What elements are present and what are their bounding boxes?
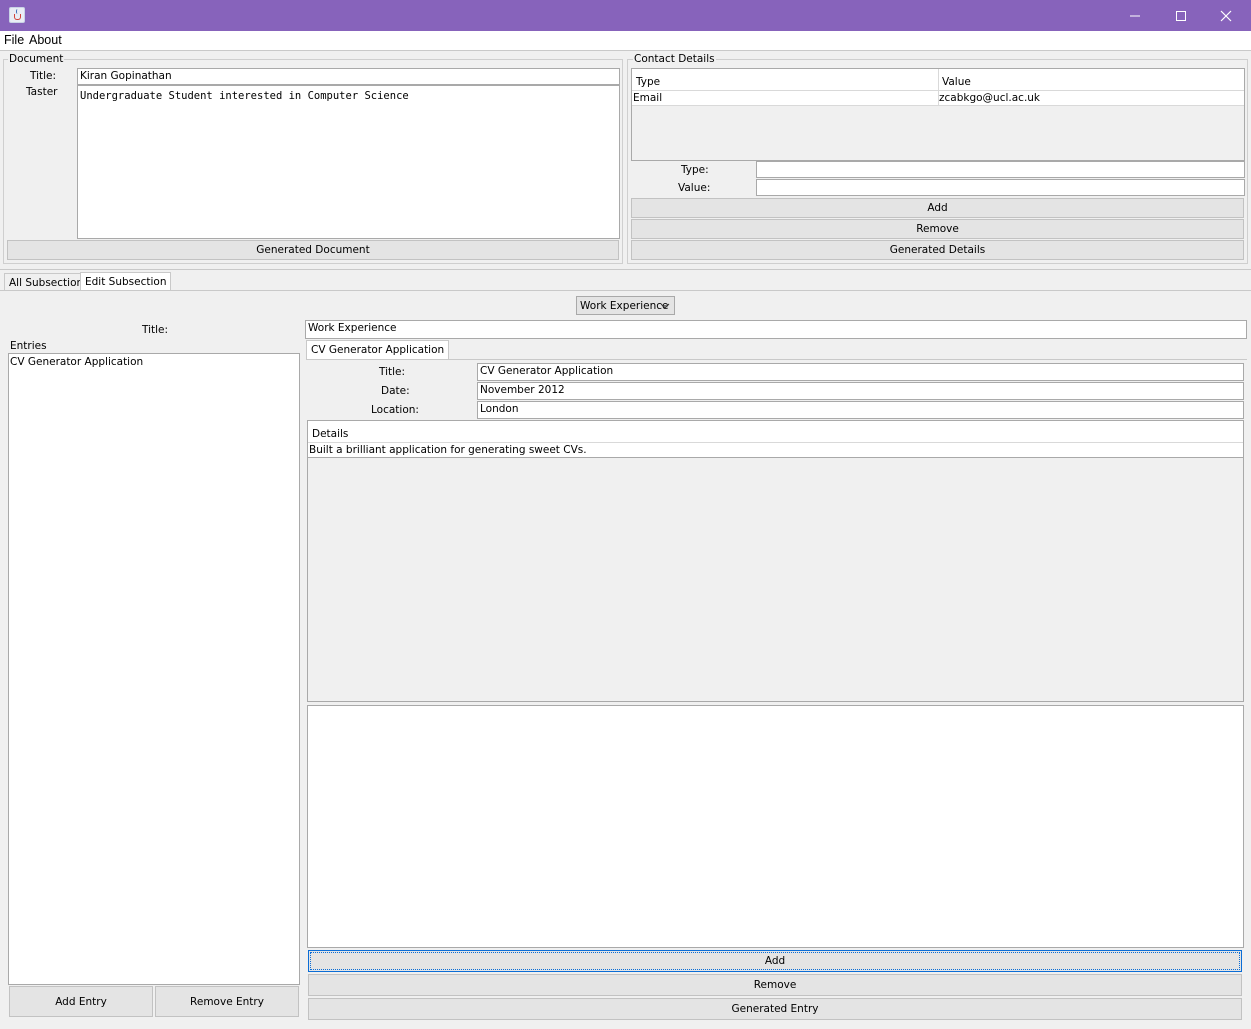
contact-row-value: zcabkgo@ucl.ac.uk bbox=[939, 92, 1041, 104]
entry-tab-strip-border bbox=[306, 359, 1247, 360]
contact-type-label: Type: bbox=[681, 164, 709, 176]
menu-file[interactable]: File bbox=[4, 33, 24, 47]
entry-date-label: Date: bbox=[381, 385, 410, 397]
generated-entry-button[interactable]: Generated Entry bbox=[308, 998, 1242, 1020]
remove-entry-button[interactable]: Remove Entry bbox=[155, 986, 299, 1017]
tab-edit-subsection[interactable]: Edit Subsection bbox=[80, 272, 172, 291]
contact-details-legend: Contact Details bbox=[633, 53, 716, 65]
detail-input-textarea[interactable] bbox=[307, 705, 1244, 948]
entry-date-field[interactable]: November 2012 bbox=[477, 382, 1244, 400]
details-table-header bbox=[308, 421, 1243, 443]
document-legend: Document bbox=[8, 53, 65, 65]
section-separator bbox=[0, 269, 1251, 270]
contact-table-empty-area bbox=[632, 106, 1244, 160]
details-table: Details Built a brilliant application fo… bbox=[307, 420, 1244, 702]
maximize-button[interactable] bbox=[1158, 0, 1203, 31]
entry-title-field[interactable]: CV Generator Application bbox=[477, 363, 1244, 381]
contact-type-field[interactable] bbox=[756, 161, 1245, 178]
entry-add-button[interactable]: Add bbox=[308, 950, 1242, 972]
list-item[interactable]: CV Generator Application bbox=[10, 356, 143, 368]
details-row-text: Built a brilliant application for genera… bbox=[309, 444, 587, 456]
contact-column-value[interactable]: Value bbox=[942, 76, 971, 88]
chevron-down-icon bbox=[660, 303, 670, 309]
maximize-icon bbox=[1175, 10, 1186, 21]
minimize-button[interactable] bbox=[1112, 0, 1157, 31]
contact-add-button[interactable]: Add bbox=[631, 198, 1244, 218]
entry-remove-button[interactable]: Remove bbox=[308, 974, 1242, 996]
close-icon bbox=[1220, 10, 1231, 21]
minimize-icon bbox=[1129, 15, 1140, 16]
window-titlebar bbox=[0, 0, 1251, 31]
tab-entry[interactable]: CV Generator Application bbox=[306, 340, 450, 359]
contact-column-type[interactable]: Type bbox=[636, 76, 660, 88]
contact-value-label: Value: bbox=[678, 182, 711, 194]
table-row[interactable]: Built a brilliant application for genera… bbox=[308, 443, 1243, 458]
entry-location-label: Location: bbox=[371, 404, 419, 416]
contact-remove-button[interactable]: Remove bbox=[631, 219, 1244, 239]
menu-bar: File About bbox=[0, 31, 1251, 51]
tab-strip-border bbox=[0, 290, 1251, 291]
subsection-title-label: Title: bbox=[142, 324, 169, 336]
entry-location-field[interactable]: London bbox=[477, 401, 1244, 419]
add-entry-button[interactable]: Add Entry bbox=[9, 986, 153, 1017]
close-button[interactable] bbox=[1203, 0, 1248, 31]
details-column-header[interactable]: Details bbox=[312, 428, 348, 440]
document-title-field[interactable]: Kiran Gopinathan bbox=[77, 68, 620, 85]
menu-about[interactable]: About bbox=[29, 33, 62, 47]
entry-title-label: Title: bbox=[379, 366, 406, 378]
subsection-type-select[interactable]: Work Experience bbox=[576, 296, 675, 315]
taster-label: Taster bbox=[26, 86, 58, 98]
contact-value-field[interactable] bbox=[756, 179, 1245, 196]
subsection-title-field[interactable]: Work Experience bbox=[305, 320, 1247, 339]
java-app-icon bbox=[9, 7, 25, 23]
generated-document-button[interactable]: Generated Document bbox=[7, 240, 619, 260]
entries-list[interactable]: CV Generator Application bbox=[8, 353, 300, 985]
table-row[interactable]: Email zcabkgo@ucl.ac.uk bbox=[632, 91, 1244, 106]
document-title-label: Title: bbox=[30, 70, 57, 82]
taster-textarea[interactable]: Undergraduate Student interested in Comp… bbox=[77, 85, 620, 239]
contact-table: Type Value Email zcabkgo@ucl.ac.uk bbox=[631, 68, 1245, 161]
entries-legend: Entries bbox=[9, 340, 48, 352]
generated-details-button[interactable]: Generated Details bbox=[631, 240, 1244, 260]
subsection-type-value: Work Experience bbox=[580, 299, 669, 312]
contact-row-type: Email bbox=[633, 92, 663, 104]
